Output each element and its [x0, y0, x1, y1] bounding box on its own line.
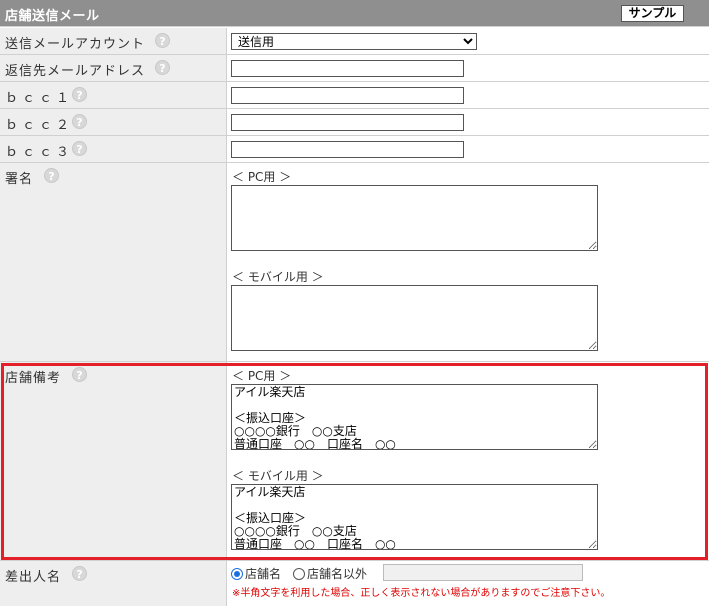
- label-cell: 返信先メールアドレス ?: [0, 55, 227, 81]
- help-icon[interactable]: ?: [72, 114, 87, 129]
- halfwidth-warning: ※半角文字を利用した場合、正しく表示されない場合がありますのでご注意下さい。: [232, 588, 611, 599]
- radio-other-name[interactable]: 店舗名以外: [293, 565, 367, 582]
- value-cell: [228, 82, 709, 108]
- radio-other-name-label: 店舗名以外: [307, 567, 368, 581]
- signature-pc-textarea[interactable]: [231, 185, 598, 251]
- store-note-mobile-textarea[interactable]: アイル楽天店 ＜振込口座＞ ○○○○銀行 ○○支店 普通口座 ○○ 口座名 ○○: [231, 484, 598, 550]
- signature-label: 署名: [5, 172, 34, 187]
- send-account-label: 送信メールアカウント: [5, 37, 146, 52]
- label-cell: ｂｃｃ２ ?: [0, 109, 227, 135]
- reply-to-input[interactable]: [231, 60, 464, 77]
- signature-mobile-label: ＜ モバイル用 ＞: [232, 270, 324, 284]
- bcc2-input[interactable]: [231, 114, 464, 131]
- label-cell: ｂｃｃ３ ?: [0, 136, 227, 162]
- store-note-mobile-label: ＜ モバイル用 ＞: [232, 469, 324, 483]
- help-icon[interactable]: ?: [72, 367, 87, 382]
- help-icon[interactable]: ?: [155, 60, 170, 75]
- section-title: 店舗送信メール: [5, 9, 100, 24]
- store-note-pc-textarea[interactable]: アイル楽天店 ＜振込口座＞ ○○○○銀行 ○○支店 普通口座 ○○ 口座名 ○○: [231, 384, 598, 450]
- radio-checked-icon[interactable]: [231, 567, 243, 580]
- row-bcc2: ｂｃｃ２ ?: [0, 109, 709, 136]
- bcc2-label: ｂｃｃ２: [5, 118, 74, 133]
- help-icon[interactable]: ?: [44, 168, 59, 183]
- value-cell: [228, 136, 709, 162]
- reply-to-label: 返信先メールアドレス: [5, 64, 146, 79]
- label-cell: 送信メールアカウント ?: [0, 28, 227, 54]
- row-store-note: 店舗備考 ? ＜ PC用 ＞ アイル楽天店 ＜振込口座＞ ○○○○銀行 ○○支店…: [0, 362, 709, 561]
- sample-button[interactable]: サンプル: [621, 5, 684, 22]
- radio-store-name[interactable]: 店舗名: [231, 565, 281, 582]
- row-reply-to: 返信先メールアドレス ?: [0, 55, 709, 82]
- label-cell: 差出人名 ?: [0, 561, 227, 606]
- store-note-pc-label: ＜ PC用 ＞: [232, 369, 292, 383]
- store-note-label: 店舗備考: [5, 371, 62, 386]
- section-header: 店舗送信メール サンプル: [0, 0, 709, 27]
- sender-name-label: 差出人名: [5, 570, 62, 585]
- signature-pc-label: ＜ PC用 ＞: [232, 170, 292, 184]
- value-cell: 店舗名 店舗名以外 ※半角文字を利用した場合、正しく表示されない場合がありますの…: [228, 561, 709, 606]
- row-send-account: 送信メールアカウント ? 送信用: [0, 28, 709, 55]
- help-icon[interactable]: ?: [72, 141, 87, 156]
- bcc3-label: ｂｃｃ３: [5, 145, 74, 160]
- label-cell: ｂｃｃ１ ?: [0, 82, 227, 108]
- row-signature: 署名 ? ＜ PC用 ＞ ＜ モバイル用 ＞: [0, 163, 709, 362]
- send-account-select[interactable]: 送信用: [231, 33, 477, 50]
- value-cell: [228, 55, 709, 81]
- value-cell: ＜ PC用 ＞ アイル楽天店 ＜振込口座＞ ○○○○銀行 ○○支店 普通口座 ○…: [228, 362, 709, 560]
- value-cell: [228, 109, 709, 135]
- signature-mobile-textarea[interactable]: [231, 285, 598, 351]
- row-bcc3: ｂｃｃ３ ?: [0, 136, 709, 163]
- row-bcc1: ｂｃｃ１ ?: [0, 82, 709, 109]
- bcc1-label: ｂｃｃ１: [5, 91, 74, 106]
- help-icon[interactable]: ?: [72, 566, 87, 581]
- label-cell: 店舗備考 ?: [0, 362, 227, 560]
- sender-other-input[interactable]: [383, 564, 583, 581]
- radio-unchecked-icon[interactable]: [293, 567, 305, 580]
- help-icon[interactable]: ?: [155, 33, 170, 48]
- row-sender-name: 差出人名 ? 店舗名 店舗名以外 ※半角文字を利用した場合、正しく表示されない場…: [0, 561, 709, 606]
- help-icon[interactable]: ?: [72, 87, 87, 102]
- label-cell: 署名 ?: [0, 163, 227, 361]
- bcc1-input[interactable]: [231, 87, 464, 104]
- value-cell: ＜ PC用 ＞ ＜ モバイル用 ＞: [228, 163, 709, 361]
- radio-store-name-label: 店舗名: [245, 567, 282, 581]
- bcc3-input[interactable]: [231, 141, 464, 158]
- value-cell: 送信用: [228, 28, 709, 54]
